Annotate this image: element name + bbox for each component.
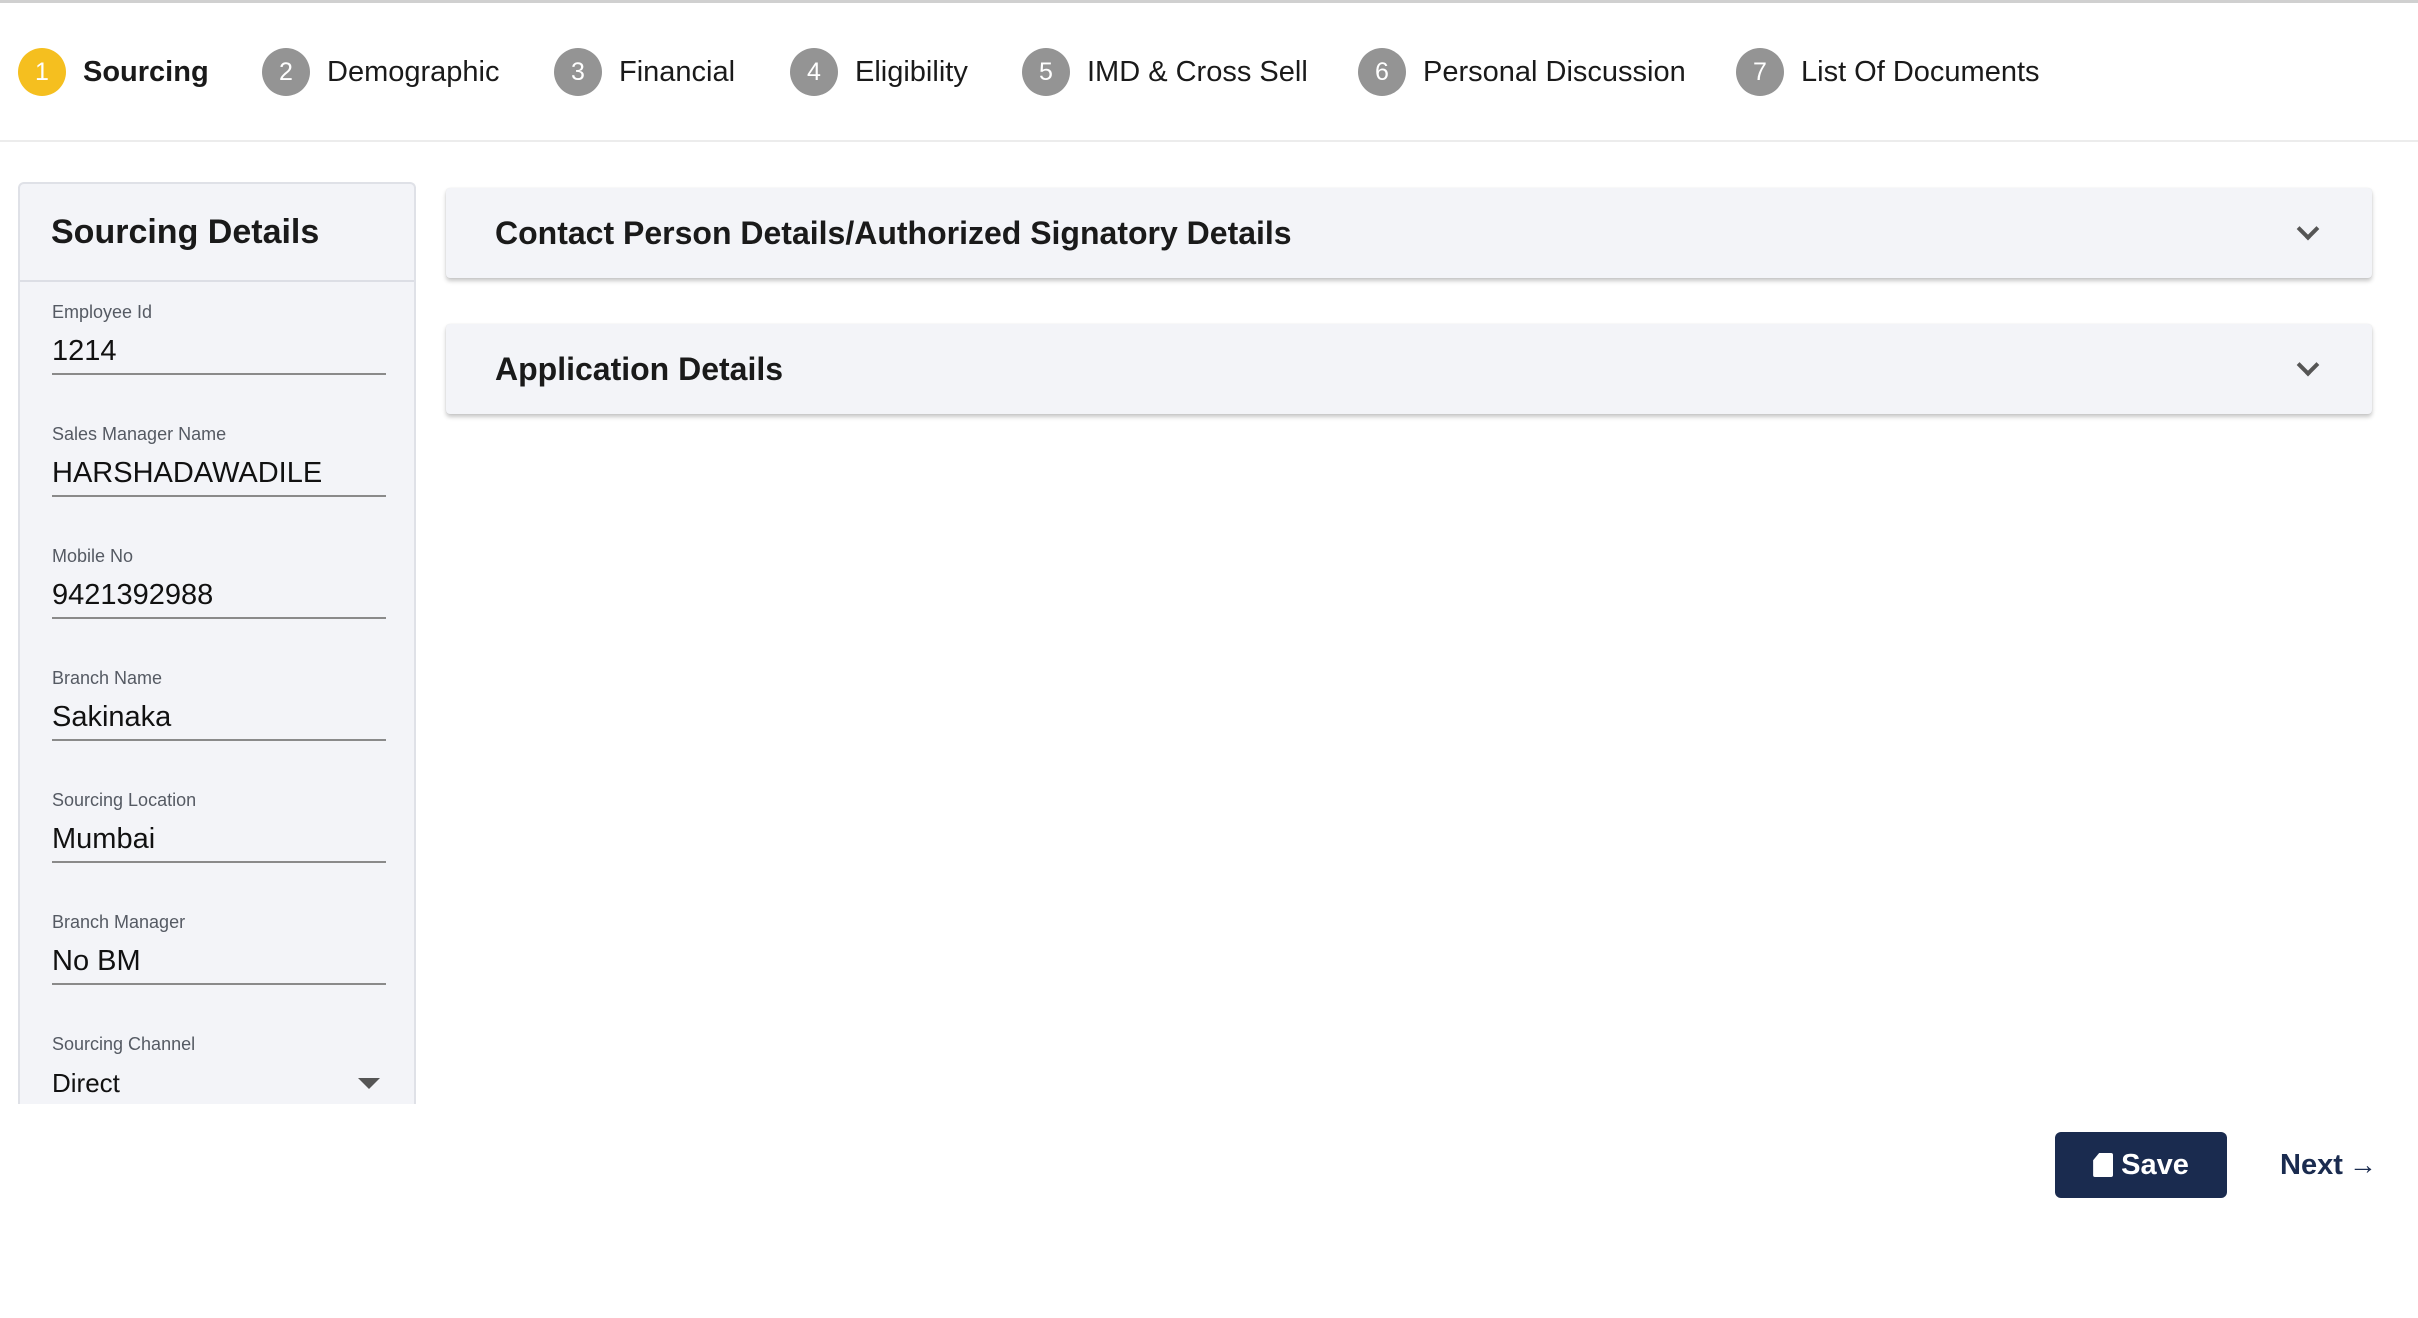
field-value: Direct (52, 1068, 120, 1098)
step-demographic[interactable]: 2 Demographic (262, 48, 499, 96)
step-label: IMD & Cross Sell (1087, 55, 1308, 88)
step-number-badge: 1 (18, 48, 66, 96)
step-number-badge: 6 (1358, 48, 1406, 96)
employee-id-input[interactable]: 1214 (52, 329, 386, 375)
save-label: Save (2121, 1148, 2189, 1181)
chevron-down-icon[interactable] (2296, 353, 2320, 377)
sourcing-location-input[interactable]: Mumbai (52, 817, 386, 863)
accordion-title: Contact Person Details/Authorized Signat… (495, 214, 1292, 251)
field-label: Mobile No (52, 546, 134, 566)
field-label: Sourcing Channel (52, 1034, 196, 1054)
next-label: Next (2280, 1148, 2343, 1181)
next-button[interactable]: Next → (2280, 1132, 2380, 1198)
step-number-badge: 7 (1736, 48, 1784, 96)
sourcing-details-panel: Sourcing Details Employee Id 1214 Sales … (18, 182, 416, 1104)
step-label: Eligibility (855, 55, 968, 88)
chevron-down-icon[interactable] (2296, 217, 2320, 241)
dropdown-caret-icon[interactable] (358, 1077, 380, 1089)
field-label: Branch Manager (52, 912, 186, 932)
step-label: Financial (619, 55, 736, 88)
step-label: Demographic (327, 55, 500, 88)
step-imd-cross-sell[interactable]: 5 IMD & Cross Sell (1022, 48, 1308, 96)
sd-card-icon (2093, 1153, 2114, 1177)
step-label: Sourcing (83, 55, 209, 88)
field-value: Mumbai (52, 823, 156, 855)
contact-person-accordion[interactable]: Contact Person Details/Authorized Signat… (446, 188, 2372, 278)
branch-name-input[interactable]: Sakinaka (52, 695, 386, 741)
mobile-no-field[interactable]: Mobile No 9421392988 (52, 546, 386, 619)
field-value: 1214 (52, 335, 117, 367)
accordion-title: Application Details (495, 350, 784, 387)
branch-manager-field[interactable]: Branch Manager No BM (52, 912, 386, 985)
branch-manager-input[interactable]: No BM (52, 939, 386, 985)
arrow-right-icon: → (2348, 1149, 2377, 1180)
step-eligibility[interactable]: 4 Eligibility (790, 48, 968, 96)
sourcing-channel-select[interactable]: Direct (52, 1061, 386, 1104)
field-label: Employee Id (52, 302, 153, 322)
field-label: Sales Manager Name (52, 424, 227, 444)
field-value: Sakinaka (52, 701, 172, 733)
field-value: 9421392988 (52, 579, 214, 611)
application-details-accordion[interactable]: Application Details (446, 324, 2372, 414)
panel-title: Sourcing Details (20, 184, 414, 282)
step-label: Personal Discussion (1423, 55, 1686, 88)
field-label: Sourcing Location (52, 790, 197, 810)
sourcing-location-field[interactable]: Sourcing Location Mumbai (52, 790, 386, 863)
employee-id-field[interactable]: Employee Id 1214 (52, 302, 386, 375)
mobile-no-input[interactable]: 9421392988 (52, 573, 386, 619)
save-button[interactable]: Save (2055, 1132, 2227, 1198)
process-stepper: 1 Sourcing 2 Demographic 3 Financial 4 E… (0, 0, 2418, 142)
sales-manager-name-input[interactable]: HARSHADAWADILE (52, 451, 386, 497)
step-number-badge: 3 (554, 48, 602, 96)
sales-manager-name-field[interactable]: Sales Manager Name HARSHADAWADILE (52, 424, 386, 497)
step-sourcing[interactable]: 1 Sourcing (18, 48, 209, 96)
step-number-badge: 5 (1022, 48, 1070, 96)
step-number-badge: 4 (790, 48, 838, 96)
step-number-badge: 2 (262, 48, 310, 96)
branch-name-field[interactable]: Branch Name Sakinaka (52, 668, 386, 741)
step-financial[interactable]: 3 Financial (554, 48, 735, 96)
field-value: No BM (52, 945, 141, 977)
step-personal-discussion[interactable]: 6 Personal Discussion (1358, 48, 1686, 96)
sourcing-channel-field[interactable]: Sourcing Channel Direct (52, 1034, 386, 1104)
field-value: HARSHADAWADILE (52, 457, 323, 489)
field-label: Branch Name (52, 668, 163, 688)
step-label: List Of Documents (1801, 55, 2040, 88)
step-list-of-documents[interactable]: 7 List Of Documents (1736, 48, 2040, 96)
page: 1 Sourcing 2 Demographic 3 Financial 4 E… (0, 0, 2418, 1318)
